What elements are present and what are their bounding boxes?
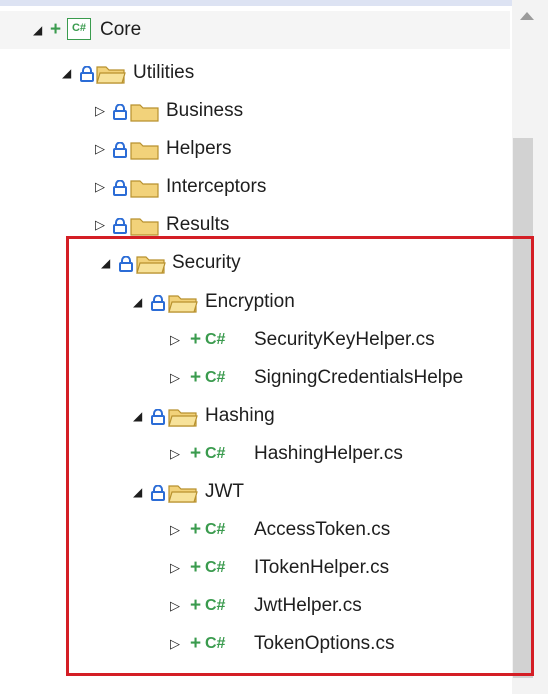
tree-item-label: Security	[172, 252, 241, 273]
tree-item-business[interactable]: ▷ Business	[0, 92, 510, 130]
tree-item-tokenoptions[interactable]: ▷ + C# TokenOptions.cs	[0, 625, 510, 663]
tree-item-core[interactable]: ◢ + C# Core	[0, 11, 510, 49]
tree-item-label: Results	[166, 214, 230, 235]
tree-item-label: Business	[166, 100, 244, 121]
collapse-arrow-icon[interactable]: ▷	[95, 130, 105, 168]
add-badge-icon: +	[190, 443, 202, 464]
tree-item-jwt[interactable]: ◢ JWT	[0, 473, 510, 511]
lock-icon	[113, 218, 127, 234]
tree-item-label: SigningCredentialsHelpe	[254, 367, 464, 388]
tree-item-security[interactable]: ◢ Security	[0, 244, 510, 282]
collapse-arrow-icon[interactable]: ▷	[170, 321, 180, 359]
solution-explorer-panel: ◢ + C# Core ◢ Utilities ▷ Business ▷ Hel…	[0, 0, 548, 694]
expand-arrow-icon[interactable]: ◢	[101, 244, 110, 282]
collapse-arrow-icon[interactable]: ▷	[95, 168, 105, 206]
tree-item-accesstoken[interactable]: ▷ + C# AccessToken.cs	[0, 511, 510, 549]
scroll-up-arrow-icon[interactable]	[520, 12, 534, 20]
add-badge-icon: +	[50, 19, 62, 40]
tree-item-jwthelper[interactable]: ▷ + C# JwtHelper.cs	[0, 587, 510, 625]
tree-item-label: ITokenHelper.cs	[254, 557, 390, 578]
lock-icon	[151, 295, 165, 311]
folder-icon	[130, 180, 159, 198]
lock-icon	[113, 142, 127, 158]
tree-item-hashing[interactable]: ◢ Hashing	[0, 397, 510, 435]
folder-open-icon	[136, 256, 166, 274]
lock-icon	[119, 256, 133, 272]
tree-item-label: AccessToken.cs	[254, 519, 391, 540]
tree-item-encryption[interactable]: ◢ Encryption	[0, 283, 510, 321]
collapse-arrow-icon[interactable]: ▷	[95, 92, 105, 130]
expand-arrow-icon[interactable]: ◢	[133, 283, 142, 321]
expand-arrow-icon[interactable]: ◢	[62, 54, 71, 92]
collapse-arrow-icon[interactable]: ▷	[170, 625, 180, 663]
scrollbar-thumb[interactable]	[513, 138, 533, 678]
tree-item-label: HashingHelper.cs	[254, 443, 403, 464]
tree-item-itokenhelper[interactable]: ▷ + C# ITokenHelper.cs	[0, 549, 510, 587]
add-badge-icon: +	[190, 367, 202, 388]
tree-item-label: Helpers	[166, 138, 232, 159]
csharp-file-icon: C#	[205, 635, 226, 652]
csharp-file-icon: C#	[205, 445, 226, 462]
add-badge-icon: +	[190, 633, 202, 654]
tree-item-securitykeyhelper[interactable]: ▷ + C# SecurityKeyHelper.cs	[0, 321, 510, 359]
lock-icon	[151, 485, 165, 501]
lock-icon	[80, 66, 94, 82]
tree-view: ◢ + C# Core ◢ Utilities ▷ Business ▷ Hel…	[0, 0, 514, 694]
tree-item-interceptors[interactable]: ▷ Interceptors	[0, 168, 510, 206]
tree-item-label: Interceptors	[166, 176, 267, 197]
tree-item-label: Encryption	[205, 291, 295, 312]
collapse-arrow-icon[interactable]: ▷	[170, 435, 180, 473]
expand-arrow-icon[interactable]: ◢	[133, 473, 142, 511]
expand-arrow-icon[interactable]: ◢	[133, 397, 142, 435]
folder-icon	[130, 142, 159, 160]
folder-icon	[130, 104, 159, 122]
folder-open-icon	[168, 295, 198, 313]
lock-icon	[113, 180, 127, 196]
tree-item-results[interactable]: ▷ Results	[0, 206, 510, 244]
tree-item-signingcredentialshelper[interactable]: ▷ + C# SigningCredentialsHelpe	[0, 359, 510, 397]
collapse-arrow-icon[interactable]: ▷	[170, 511, 180, 549]
add-badge-icon: +	[190, 519, 202, 540]
lock-icon	[151, 409, 165, 425]
csharp-file-icon: C#	[205, 369, 226, 386]
folder-icon	[130, 218, 159, 236]
lock-icon	[113, 104, 127, 120]
tree-item-utilities[interactable]: ◢ Utilities	[0, 54, 510, 92]
folder-open-icon	[96, 66, 126, 84]
tree-item-label: JwtHelper.cs	[254, 595, 362, 616]
add-badge-icon: +	[190, 557, 202, 578]
tree-item-label: Utilities	[133, 62, 195, 83]
collapse-arrow-icon[interactable]: ▷	[170, 587, 180, 625]
add-badge-icon: +	[190, 329, 202, 350]
tree-item-label: Core	[100, 19, 142, 40]
collapse-arrow-icon[interactable]: ▷	[170, 549, 180, 587]
csharp-file-icon: C#	[205, 559, 226, 576]
tree-item-helpers[interactable]: ▷ Helpers	[0, 130, 510, 168]
folder-open-icon	[168, 409, 198, 427]
collapse-arrow-icon[interactable]: ▷	[95, 206, 105, 244]
add-badge-icon: +	[190, 595, 202, 616]
tree-item-label: SecurityKeyHelper.cs	[254, 329, 435, 350]
csharp-file-icon: C#	[205, 597, 226, 614]
csharp-file-icon: C#	[205, 331, 226, 348]
tree-item-label: JWT	[205, 481, 245, 502]
expand-arrow-icon[interactable]: ◢	[33, 11, 42, 49]
tree-item-hashinghelper[interactable]: ▷ + C# HashingHelper.cs	[0, 435, 510, 473]
tree-item-label: Hashing	[205, 405, 275, 426]
collapse-arrow-icon[interactable]: ▷	[170, 359, 180, 397]
tree-item-label: TokenOptions.cs	[254, 633, 395, 654]
csharp-file-icon: C#	[205, 521, 226, 538]
folder-open-icon	[168, 485, 198, 503]
vertical-scrollbar[interactable]	[512, 0, 548, 694]
csharp-project-icon: C#	[67, 18, 91, 40]
